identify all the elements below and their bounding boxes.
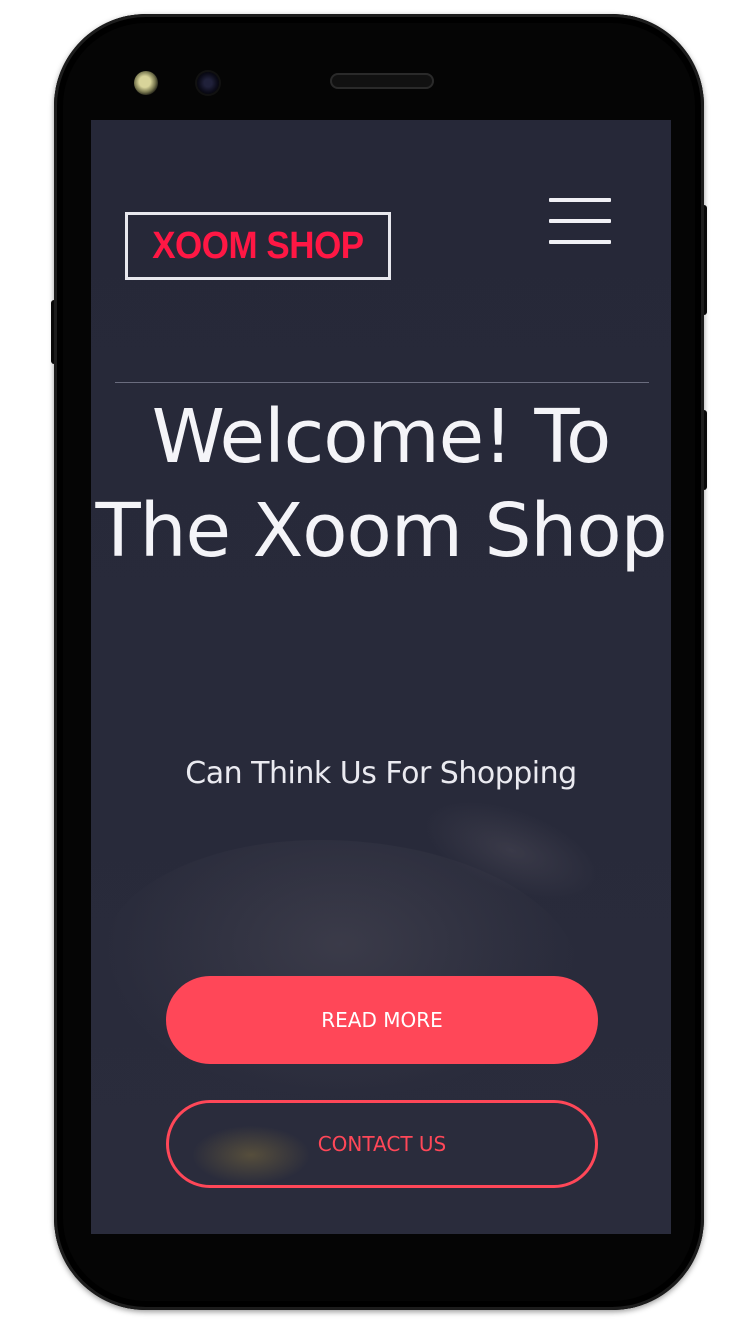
site-logo[interactable]: XOOM SHOP	[125, 212, 391, 280]
phone-screen: XOOM SHOP Welcome! To The Xoom Shop Can …	[91, 120, 671, 1234]
menu-bar	[549, 219, 611, 223]
menu-bar	[549, 198, 611, 202]
hero-subtitle: Can Think Us For Shopping	[185, 756, 577, 791]
contact-us-button[interactable]: CONTACT US	[166, 1100, 598, 1188]
earpiece-speaker	[330, 73, 434, 89]
menu-bar	[549, 240, 611, 244]
read-more-button[interactable]: READ MORE	[166, 976, 598, 1064]
logo-text: XOOM SHOP	[152, 224, 364, 267]
front-sensor-icon	[134, 71, 158, 95]
hero-title: Welcome! To The Xoom Shop	[95, 394, 667, 574]
header-divider	[115, 382, 649, 383]
hamburger-menu-icon[interactable]	[549, 198, 611, 244]
front-camera-icon	[197, 72, 219, 94]
